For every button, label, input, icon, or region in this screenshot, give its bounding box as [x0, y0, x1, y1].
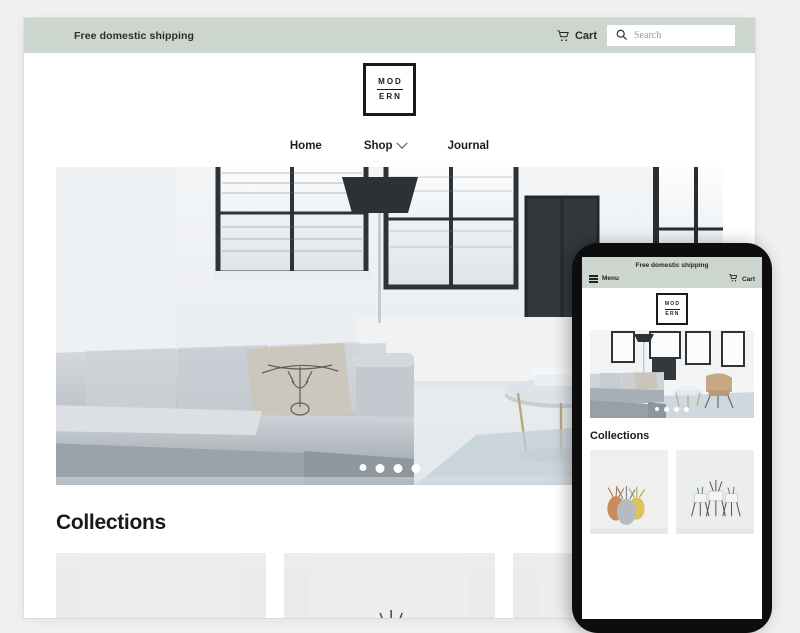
hamburger-icon [589, 275, 598, 283]
phone-mockup: Free domestic shipping Menu Cart MOD ERN… [572, 243, 772, 633]
mobile-hero-image [590, 330, 754, 418]
planters-image [309, 553, 470, 618]
mobile-planters-image [676, 455, 754, 529]
logo-line-2: ERN [379, 91, 402, 101]
search-icon [616, 27, 627, 45]
announcement-bar: Free domestic shipping Cart Search [24, 18, 755, 53]
carousel-dots [359, 464, 420, 473]
mobile-menu-label: Menu [602, 275, 619, 283]
mobile-collection-card-1[interactable] [590, 450, 668, 534]
carousel-dot-3[interactable] [393, 464, 402, 473]
mobile-hero-carousel[interactable] [590, 330, 754, 418]
pineapples-image [81, 553, 242, 618]
cart-button[interactable]: Cart [557, 30, 597, 42]
mobile-announcement-bar: Free domestic shipping Menu Cart [582, 257, 762, 288]
collection-card-2[interactable] [284, 553, 495, 618]
mobile-logo-box: MOD ERN [656, 293, 688, 325]
nav-item-home[interactable]: Home [290, 140, 322, 152]
carousel-dot-1[interactable] [359, 464, 366, 471]
announcement-text: Free domestic shipping [74, 29, 195, 42]
mobile-pineapples-image [590, 455, 668, 529]
search-input[interactable]: Search [607, 25, 735, 46]
mobile-carousel-dot-4[interactable] [684, 407, 689, 412]
mobile-header-row: Menu Cart [589, 274, 755, 284]
logo-divider [376, 88, 403, 90]
nav-label-shop: Shop [363, 140, 393, 152]
mobile-cart-button[interactable]: Cart [729, 274, 755, 284]
shopping-cart-icon [729, 274, 738, 284]
phone-screen: Free domestic shipping Menu Cart MOD ERN… [582, 257, 762, 619]
mobile-collections-grid [590, 450, 754, 534]
search-placeholder: Search [634, 30, 662, 41]
carousel-dot-2[interactable] [375, 464, 384, 473]
nav-label-journal: Journal [447, 140, 490, 152]
mobile-site-logo[interactable]: MOD ERN [582, 288, 762, 330]
mobile-carousel-dot-1[interactable] [655, 407, 659, 411]
mobile-logo-divider [664, 308, 680, 310]
mobile-carousel-dot-2[interactable] [664, 407, 669, 412]
mobile-announcement-text: Free domestic shipping [635, 262, 709, 269]
logo-line-1: MOD [378, 76, 403, 86]
carousel-dot-4[interactable] [411, 464, 420, 473]
mobile-cart-label: Cart [741, 275, 755, 283]
nav-label-home: Home [289, 140, 322, 152]
mobile-carousel-dot-3[interactable] [674, 407, 679, 412]
cart-label: Cart [574, 29, 597, 42]
shopping-cart-icon [557, 29, 570, 42]
nav-item-shop[interactable]: Shop [363, 137, 408, 152]
chevron-down-icon [395, 137, 408, 149]
nav-item-journal[interactable]: Journal [448, 140, 490, 152]
header-utilities: Cart Search [557, 25, 735, 46]
mobile-carousel-dots [655, 407, 689, 412]
logo-box: MOD ERN [363, 62, 416, 116]
mobile-logo-line-1: MOD [664, 301, 681, 307]
mobile-collections-heading: Collections [590, 430, 650, 442]
mobile-menu-button[interactable]: Menu [589, 275, 619, 283]
mobile-logo-line-2: ERN [665, 311, 680, 317]
site-logo[interactable]: MOD ERN [24, 53, 755, 125]
mobile-collections-section: Collections [582, 418, 762, 534]
main-navigation: Home Shop Journal [24, 125, 755, 167]
mobile-collection-card-2[interactable] [676, 450, 754, 534]
collection-card-1[interactable] [56, 553, 267, 618]
